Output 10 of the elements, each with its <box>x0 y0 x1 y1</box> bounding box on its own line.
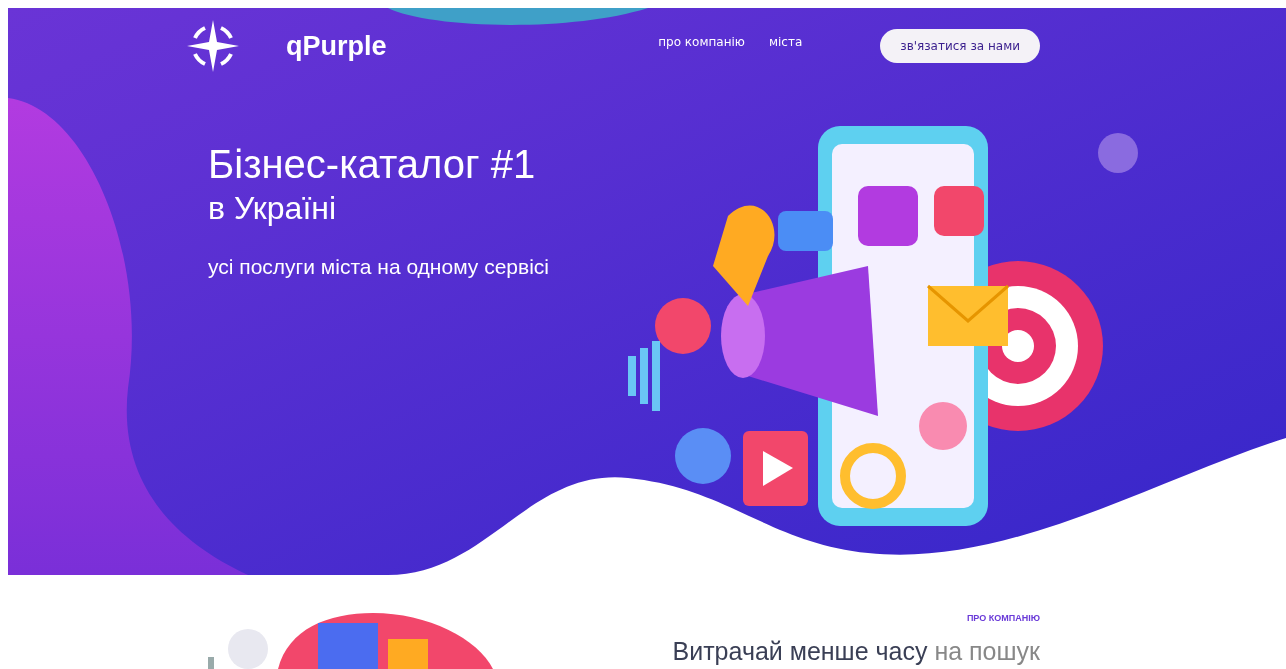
logo-text: qPurple <box>286 30 387 62</box>
hero-title: Бізнес-каталог #1 <box>208 141 537 188</box>
hero-subtitle: усі послуги міста на одному сервісі <box>208 255 549 279</box>
section-heading: Витрачай менше часу на пошук <box>672 637 1040 666</box>
nav-link[interactable]: міста <box>768 35 803 49</box>
circle-decoration <box>1098 133 1138 173</box>
section-eyebrow: ПРО КОМПАНІЮ <box>966 613 1040 623</box>
hero-title-line: в Україні <box>208 190 337 227</box>
contact-button[interactable]: зв'язатися за нами <box>880 29 1040 63</box>
nav-link[interactable]: про компанію <box>658 35 745 49</box>
